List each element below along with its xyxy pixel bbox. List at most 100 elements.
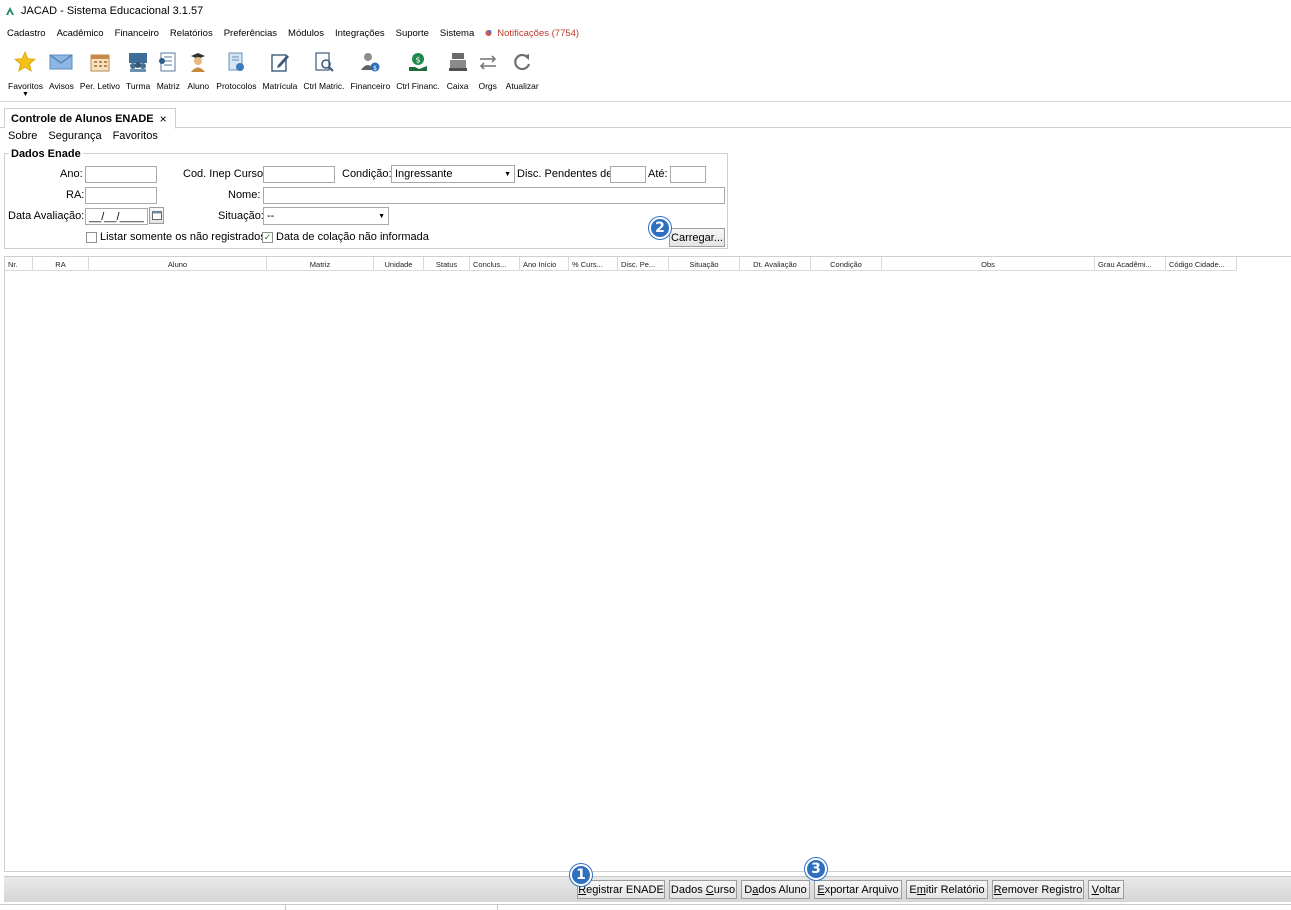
listar-nao-registrados-label: Listar somente os não registrados (100, 231, 266, 243)
toolbar-financeiro[interactable]: $ Financeiro (348, 44, 394, 100)
ano-input[interactable] (85, 166, 157, 183)
toolbar-atualizar[interactable]: Atualizar (503, 44, 542, 100)
notification-icon (485, 29, 492, 37)
listar-nao-registrados-checkbox[interactable] (86, 232, 97, 243)
column-header-codigo-cidade[interactable]: Código Cidade... (1166, 257, 1237, 271)
ano-label: Ano: (60, 168, 83, 180)
menu-notificacoes[interactable]: Notificações (7754) (485, 28, 579, 39)
emitir-mnemonic: m (916, 883, 926, 896)
group-icon (126, 50, 150, 74)
column-header-aluno[interactable]: Aluno (89, 257, 267, 271)
status-divider (285, 905, 286, 910)
remover-mnemonic: R (993, 883, 1002, 896)
dados-curso-button[interactable]: Dados Curso (669, 880, 737, 899)
dados-aluno-label-post: dos Aluno (758, 883, 807, 896)
ate-input[interactable] (670, 166, 706, 183)
student-icon (186, 50, 210, 74)
toolbar-aluno[interactable]: Aluno (183, 44, 213, 100)
disc-pendentes-label: Disc. Pendentes de: (517, 168, 616, 180)
menu-relatorios[interactable]: Relatórios (170, 28, 213, 39)
dados-enade-group: Dados Enade Ano: Cod. Inep Curso: Condiç… (4, 148, 728, 249)
toolbar-turma[interactable]: Turma (123, 44, 153, 100)
toolbar-per-letivo-label: Per. Letivo (79, 81, 121, 91)
column-header-conclusao[interactable]: Conclus... (470, 257, 520, 271)
dados-curso-label-pre: Dados (670, 883, 706, 896)
situacao-value: -- (267, 210, 275, 222)
column-header-ra[interactable]: RA (33, 257, 89, 271)
step-badge-1: 1 (570, 864, 592, 886)
tab-controle-alunos-enade[interactable]: Controle de Alunos ENADE × (4, 108, 176, 129)
data-avaliacao-input[interactable] (85, 208, 148, 225)
step-badge-3: 3 (805, 858, 827, 880)
calendar-picker-button[interactable] (149, 207, 164, 224)
column-header-grau-academico[interactable]: Grau Acadêmi... (1095, 257, 1166, 271)
toolbar-per-letivo[interactable]: Per. Letivo (77, 44, 123, 100)
swap-arrows-icon (476, 50, 500, 74)
column-header-percent-cursado[interactable]: % Curs... (569, 257, 618, 271)
dados-aluno-button[interactable]: Da dos Aluno (741, 880, 810, 899)
submenu-favoritos[interactable]: Favoritos (113, 130, 158, 144)
situacao-label: Situação: (218, 210, 264, 222)
submenu-sobre[interactable]: Sobre (8, 130, 37, 144)
menu-preferencias[interactable]: Preferências (224, 28, 277, 39)
condicao-value: Ingressante (395, 168, 453, 180)
tab-title: Controle de Alunos ENADE (11, 112, 154, 125)
ra-input[interactable] (85, 187, 157, 204)
toolbar-ctrl-financ[interactable]: $ Ctrl Financ. (393, 44, 442, 100)
menu-financeiro[interactable]: Financeiro (115, 28, 159, 39)
toolbar-avisos-label: Avisos (48, 81, 74, 91)
nome-input[interactable] (263, 187, 725, 204)
remover-registro-button[interactable]: Remover Registro (992, 880, 1084, 899)
column-header-obs[interactable]: Obs (882, 257, 1095, 271)
carregar-button[interactable]: Carregar... (669, 228, 725, 247)
menu-sistema[interactable]: Sistema (440, 28, 474, 39)
toolbar: Favoritos ▼ Avisos Per. Letivo Turma Mat… (0, 44, 1291, 102)
column-header-matriz[interactable]: Matriz (267, 257, 374, 271)
column-header-ano-inicio[interactable]: Ano Início (520, 257, 569, 271)
dados-aluno-label-pre: D (744, 883, 753, 896)
toolbar-matricula[interactable]: Matrícula (259, 44, 300, 100)
voltar-button[interactable]: Voltar (1088, 880, 1124, 899)
calendar-icon (88, 50, 112, 74)
exportar-arquivo-button[interactable]: Exportar Arquivo (814, 880, 902, 899)
toolbar-orgs[interactable]: Orgs (473, 44, 503, 100)
toolbar-ctrl-matric[interactable]: Ctrl Matric. (300, 44, 347, 100)
submenu-seguranca[interactable]: Segurança (48, 130, 101, 144)
column-header-dt-avaliacao[interactable]: Dt. Avaliação (740, 257, 811, 271)
column-header-condicao[interactable]: Condição (811, 257, 882, 271)
menu-modulos[interactable]: Módulos (288, 28, 324, 39)
close-icon[interactable]: × (160, 112, 167, 126)
toolbar-favoritos[interactable]: Favoritos ▼ (5, 44, 46, 100)
data-colacao-checkbox[interactable]: ✓ (262, 232, 273, 243)
toolbar-protocolos[interactable]: Protocolos (213, 44, 259, 100)
ra-label: RA: (66, 189, 85, 201)
action-bar: Registrar ENADE Dados Curso Da dos Aluno … (4, 876, 1291, 902)
envelope-icon (49, 50, 73, 74)
disc-pendentes-input[interactable] (610, 166, 646, 183)
menu-cadastro[interactable]: Cadastro (7, 28, 46, 39)
column-header-status[interactable]: Status (424, 257, 470, 271)
toolbar-caixa[interactable]: Caixa (443, 44, 473, 100)
menu-suporte[interactable]: Suporte (396, 28, 429, 39)
toolbar-favoritos-label: Favoritos (8, 81, 43, 91)
nome-label: Nome: (228, 189, 261, 201)
registrar-enade-button[interactable]: Registrar ENADE (577, 880, 665, 899)
voltar-mnemonic: V (1091, 883, 1099, 896)
emitir-label-post: itir Relatório (925, 883, 985, 896)
alunos-table[interactable]: Nr. RA Aluno Matriz Unidade Status Concl… (4, 256, 1291, 872)
column-header-nr[interactable]: Nr. (5, 257, 33, 271)
exportar-mnemonic: E (817, 883, 825, 896)
emitir-label-pre: E (909, 883, 917, 896)
column-header-unidade[interactable]: Unidade (374, 257, 424, 271)
column-header-situacao[interactable]: Situação (669, 257, 740, 271)
situacao-select[interactable]: -- ▼ (263, 207, 389, 225)
condicao-select[interactable]: Ingressante ▼ (391, 165, 515, 183)
toolbar-protocolos-label: Protocolos (216, 81, 257, 91)
menu-integracoes[interactable]: Integrações (335, 28, 385, 39)
toolbar-matriz[interactable]: Matriz (153, 44, 183, 100)
column-header-disc-pendentes[interactable]: Disc. Pe... (618, 257, 669, 271)
toolbar-avisos[interactable]: Avisos (46, 44, 77, 100)
emitir-relatorio-button[interactable]: Em itir Relatório (906, 880, 988, 899)
menu-academico[interactable]: Acadêmico (57, 28, 104, 39)
cod-inep-input[interactable] (263, 166, 335, 183)
